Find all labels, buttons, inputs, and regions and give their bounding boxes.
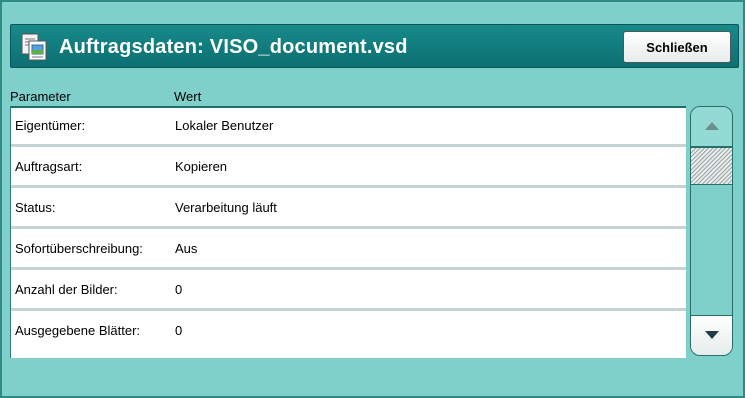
value-cell: 0 — [175, 282, 183, 297]
value-cell: 0 — [175, 323, 183, 338]
dialog-title: Auftragsdaten: VISO_document.vsd — [59, 36, 408, 58]
parameter-cell: Auftragsart: — [15, 159, 83, 174]
vertical-scrollbar[interactable] — [690, 106, 733, 356]
parameter-cell: Ausgegebene Blätter: — [15, 323, 141, 338]
table-row[interactable]: Status: Verarbeitung läuft — [11, 190, 686, 229]
value-cell: Verarbeitung läuft — [175, 200, 277, 215]
document-icon — [20, 32, 48, 62]
job-details-table: Eigentümer: Lokaler Benutzer Auftragsart… — [10, 106, 686, 358]
parameter-cell: Anzahl der Bilder: — [15, 282, 118, 297]
column-header-parameter: Parameter — [10, 89, 71, 104]
value-cell: Aus — [175, 241, 198, 256]
triangle-up-icon — [704, 118, 720, 136]
value-cell: Kopieren — [175, 159, 228, 174]
scroll-thumb[interactable] — [691, 147, 732, 185]
parameter-cell: Status: — [15, 200, 56, 215]
parameter-cell: Sofortüberschreibung: — [15, 241, 143, 256]
column-header-value: Wert — [174, 89, 202, 104]
parameter-cell: Eigentümer: — [15, 118, 86, 133]
table-row[interactable]: Ausgegebene Blätter: 0 — [11, 313, 686, 358]
table-row[interactable]: Sofortüberschreibung: Aus — [11, 231, 686, 270]
scroll-down-button[interactable] — [691, 315, 732, 355]
table-row[interactable]: Eigentümer: Lokaler Benutzer — [11, 108, 686, 147]
table-row[interactable]: Anzahl der Bilder: 0 — [11, 272, 686, 311]
dialog-header: Auftragsdaten: VISO_document.vsd Schließ… — [10, 24, 739, 68]
scroll-up-button[interactable] — [691, 107, 732, 147]
table-row[interactable]: Auftragsart: Kopieren — [11, 149, 686, 188]
value-cell: Lokaler Benutzer — [175, 118, 274, 133]
close-button[interactable]: Schließen — [623, 31, 731, 63]
job-details-dialog: Auftragsdaten: VISO_document.vsd Schließ… — [0, 0, 745, 398]
triangle-down-icon — [704, 327, 720, 345]
